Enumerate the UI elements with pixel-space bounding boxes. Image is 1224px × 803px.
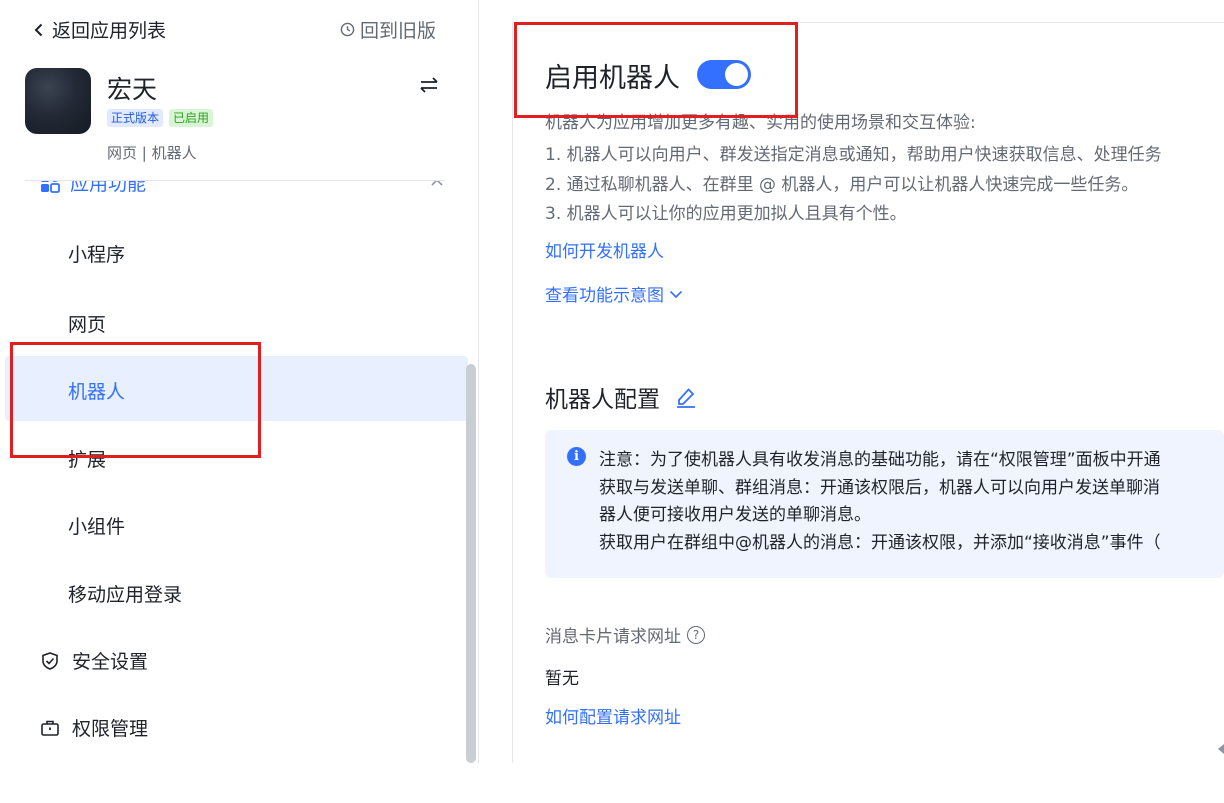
notice-line: 获取与发送单聊、群组消息：开通该权限后，机器人可以向用户发送单聊消 (599, 478, 1160, 498)
enable-bot-toggle[interactable] (697, 60, 751, 89)
bot-config-section: 机器人配置 (545, 380, 698, 414)
status-badge: 已启用 (169, 109, 214, 127)
card-request-url-value: 暂无 (545, 669, 579, 689)
main-top-border (512, 22, 1224, 23)
description-point-3: 3. 机器人可以让你的应用更加拟人且具有个性。 (545, 204, 907, 224)
app-name: 宏天 (107, 75, 158, 104)
bottom-strip (0, 763, 1224, 803)
notice-line: 注意：为了使机器人具有收发消息的基础功能，请在“权限管理”面板中开通 (599, 450, 1161, 470)
security-label: 安全设置 (72, 651, 149, 673)
notice-line: 获取用户在群组中@机器人的消息：开通该权限，并添加“接收消息”事件（ (599, 533, 1161, 553)
shield-check-icon (42, 651, 58, 670)
sidebar-item-security[interactable]: 安全设置 (40, 647, 148, 674)
briefcase-icon (41, 720, 59, 736)
sidebar-item-mini-program[interactable]: 小程序 (68, 240, 125, 267)
notice-line: 器人便可接收用户发送的单聊消息。 (599, 505, 871, 525)
app-badges: 正式版本 已启用 (107, 109, 214, 127)
description-point-1: 1. 机器人可以向用户、群发送指定消息或通知，帮助用户快速获取信息、处理任务 (545, 145, 1162, 165)
page-title: 启用机器人 (545, 63, 680, 94)
old-version-link[interactable]: 回到旧版 (340, 16, 436, 43)
edit-icon[interactable] (674, 385, 698, 409)
info-icon: i (567, 447, 586, 466)
bot-config-title: 机器人配置 (545, 387, 660, 413)
switch-app-icon[interactable] (418, 74, 440, 96)
sidebar-item-widget[interactable]: 小组件 (68, 512, 125, 539)
back-label: 返回应用列表 (52, 20, 167, 42)
section-header-clip: 应用功能 (0, 181, 478, 201)
field-label-text: 消息卡片请求网址 (545, 627, 681, 647)
card-request-url-label: 消息卡片请求网址 ? (545, 622, 705, 647)
help-icon[interactable]: ? (687, 625, 705, 644)
sidebar-item-extension[interactable]: 扩展 (68, 445, 106, 472)
permission-notice: i 注意：为了使机器人具有收发消息的基础功能，请在“权限管理”面板中开通 获取与… (545, 430, 1224, 578)
old-version-label: 回到旧版 (360, 20, 437, 42)
view-diagram-link[interactable]: 查看功能示意图 (545, 281, 684, 306)
how-to-config-url-link[interactable]: 如何配置请求网址 (545, 703, 681, 728)
sidebar: 返回应用列表 回到旧版 宏天 正式版本 已启用 网页 | 机器人 应用功能 小程… (0, 0, 479, 763)
sidebar-item-bot[interactable]: 机器人 (68, 377, 125, 404)
history-icon (340, 22, 355, 37)
section-header-app-features[interactable]: 应用功能 (40, 181, 146, 196)
how-to-develop-bot-link[interactable]: 如何开发机器人 (545, 237, 664, 262)
chevron-down-icon (669, 290, 683, 298)
chevron-left-icon (34, 23, 43, 36)
main-left-border (512, 22, 513, 763)
sidebar-scrollbar[interactable] (466, 364, 476, 763)
permissions-label: 权限管理 (72, 718, 149, 740)
toggle-knob (725, 63, 748, 86)
scroll-arrow-icon[interactable] (1218, 744, 1224, 754)
app-avatar (25, 68, 91, 134)
chevron-up-icon[interactable] (430, 181, 444, 189)
description-intro: 机器人为应用增加更多有趣、实用的使用场景和交互体验: (545, 113, 976, 133)
section-label: 应用功能 (70, 181, 147, 195)
view-diagram-label: 查看功能示意图 (545, 286, 664, 306)
sidebar-item-permissions[interactable]: 权限管理 (40, 714, 148, 741)
back-to-app-list-link[interactable]: 返回应用列表 (32, 16, 166, 43)
app-meta: 网页 | 机器人 (107, 144, 197, 162)
version-badge: 正式版本 (107, 109, 164, 127)
description-point-2: 2. 通过私聊机器人、在群里 @ 机器人，用户可以让机器人快速完成一些任务。 (545, 175, 1139, 195)
apps-icon (41, 181, 60, 193)
sidebar-item-mobile-login[interactable]: 移动应用登录 (68, 580, 182, 607)
sidebar-item-webpage[interactable]: 网页 (68, 310, 106, 337)
